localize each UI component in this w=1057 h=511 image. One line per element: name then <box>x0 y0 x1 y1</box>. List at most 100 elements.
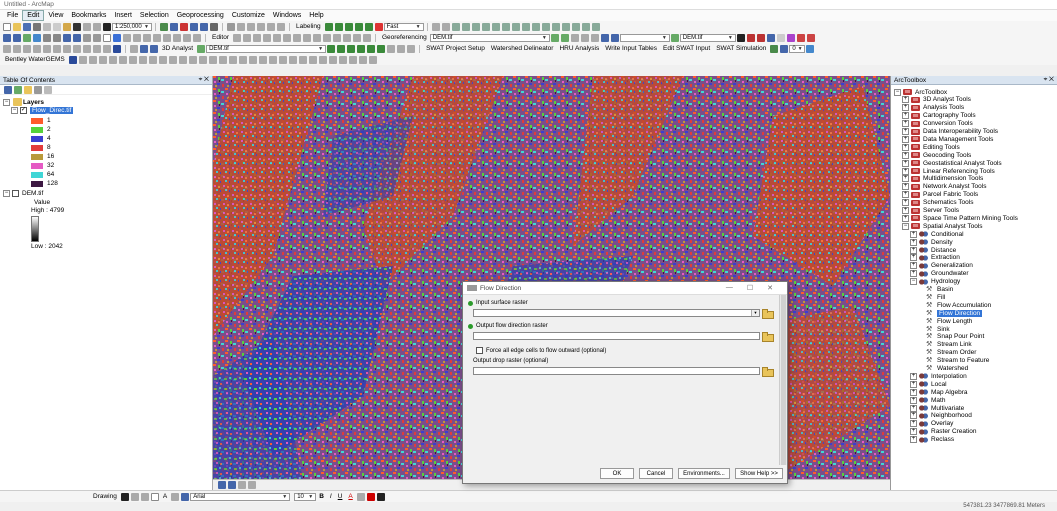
toolbox-item[interactable]: + Conversion Tools <box>902 120 973 128</box>
georef-tool-1-icon[interactable] <box>431 22 440 31</box>
georef-transform-combo[interactable]: ▼ <box>619 33 670 42</box>
editor-toolbar-icon[interactable] <box>160 22 168 31</box>
close-icon[interactable]: ✕ <box>767 284 773 292</box>
split-icon[interactable] <box>322 33 331 42</box>
time-slider-icon[interactable] <box>183 33 191 42</box>
edit-swat-input-menu[interactable]: Edit SWAT Input <box>663 45 710 52</box>
dialog-scrollbar[interactable] <box>779 295 787 465</box>
menu-insert[interactable]: Insert <box>110 10 136 21</box>
georef-tool-16-icon[interactable] <box>581 22 590 31</box>
viewer-icon[interactable] <box>600 33 609 42</box>
goto-xy-icon[interactable] <box>143 33 151 42</box>
print-icon[interactable] <box>33 22 41 31</box>
view-link-table-icon[interactable] <box>590 33 599 42</box>
line-color-icon[interactable] <box>366 492 375 501</box>
catalog-icon[interactable] <box>190 22 198 31</box>
bentley-tool-30-icon[interactable] <box>358 55 367 64</box>
data-frame-tool-10-icon[interactable] <box>93 44 101 53</box>
toolbox-item[interactable]: + Geocoding Tools <box>902 151 971 159</box>
expand-icon[interactable]: + <box>910 404 917 412</box>
line-of-sight-icon[interactable] <box>766 33 775 42</box>
lock-labels-icon[interactable] <box>354 22 363 31</box>
toolset-item[interactable]: + Multivariate <box>910 404 964 412</box>
sketch-properties-icon[interactable] <box>352 33 361 42</box>
collapse-icon[interactable]: − <box>11 107 18 114</box>
toolbox-item[interactable]: + Space Time Pattern Mining Tools <box>902 214 1018 222</box>
bentley-tool-2-icon[interactable] <box>78 55 87 64</box>
3d-tool-1-icon[interactable] <box>327 44 336 53</box>
browse-drop-folder-icon[interactable] <box>762 367 774 377</box>
expand-icon[interactable]: + <box>910 380 917 388</box>
toolset-item[interactable]: + Map Algebra <box>910 388 968 396</box>
tool-flow-direction[interactable]: ⚒ Flow Direction <box>926 309 983 317</box>
list-by-source-icon[interactable] <box>14 85 22 94</box>
expand-icon[interactable]: + <box>910 262 917 270</box>
arctoolbox-close-icon[interactable]: ⌖ ✕ <box>1044 76 1054 84</box>
list-by-drawing-order-icon[interactable] <box>4 85 12 94</box>
collapse-icon[interactable]: − <box>910 278 917 286</box>
add-data-icon[interactable] <box>103 22 111 31</box>
expand-icon[interactable]: + <box>910 388 917 396</box>
toc-options-icon[interactable] <box>44 85 52 94</box>
new-text-icon[interactable]: A <box>163 493 167 500</box>
layer-name[interactable]: Flow_Direc.tif <box>30 107 74 114</box>
toolset-item[interactable]: + Neighborhood <box>910 412 972 420</box>
hru-analysis-menu[interactable]: HRU Analysis <box>559 45 599 52</box>
undo-icon[interactable] <box>83 22 91 31</box>
force-edge-outward-checkbox[interactable]: Force all edge cells to flow outward (op… <box>476 347 606 354</box>
zoom-in-icon[interactable] <box>3 33 11 42</box>
cancel-button[interactable]: Cancel <box>639 468 673 479</box>
expand-icon[interactable]: + <box>902 214 909 222</box>
tool-item[interactable]: ⚒ Fill <box>926 293 945 301</box>
show-help-button[interactable]: Show Help >> <box>735 468 783 479</box>
checkbox-box[interactable] <box>476 347 483 354</box>
new-icon[interactable] <box>3 22 11 31</box>
expand-icon[interactable]: + <box>910 254 917 262</box>
spatial-layer-combo[interactable]: DEM.tif ▼ <box>679 33 736 42</box>
bentley-tool-6-icon[interactable] <box>118 55 127 64</box>
draw-shape-icon[interactable] <box>247 22 255 31</box>
write-input-tables-menu[interactable]: Write Input Tables <box>605 45 657 52</box>
auto-registration-icon[interactable] <box>610 33 619 42</box>
scale-georef-icon[interactable] <box>570 33 579 42</box>
layers-group[interactable]: − Layers <box>3 98 44 106</box>
data-frame-tool-9-icon[interactable] <box>83 44 91 53</box>
3d-tool-2-icon[interactable] <box>337 44 346 53</box>
tool-item[interactable]: ⚒ Flow Accumulation <box>926 301 991 309</box>
fixed-zoom-out-icon[interactable] <box>53 33 61 42</box>
expand-icon[interactable]: + <box>910 230 917 238</box>
toolbox-item[interactable]: +3D Analyst Tools <box>902 96 971 104</box>
bentley-tool-24-icon[interactable] <box>298 55 307 64</box>
contour-icon[interactable] <box>746 33 755 42</box>
pause-drawing-icon[interactable] <box>248 481 256 489</box>
tool-item[interactable]: ⚒ Snap Pour Point <box>926 333 984 341</box>
underline-button[interactable]: U <box>338 493 343 500</box>
select-features-icon[interactable] <box>83 33 91 42</box>
text-icon[interactable] <box>237 22 245 31</box>
georef-tool-12-icon[interactable] <box>541 22 550 31</box>
tool-item[interactable]: ⚒ Basin <box>926 286 953 294</box>
arctoolbox-icon[interactable] <box>180 22 188 31</box>
pan-icon[interactable] <box>23 33 31 42</box>
toolset-item[interactable]: + Density <box>910 238 953 246</box>
attributes-icon[interactable] <box>342 33 351 42</box>
georef-tool-2-icon[interactable] <box>441 22 450 31</box>
3d-tool-5-icon[interactable] <box>367 44 376 53</box>
output-flow-direction-field[interactable] <box>473 332 760 340</box>
collapse-icon[interactable]: − <box>3 98 10 106</box>
menu-view[interactable]: View <box>44 10 67 21</box>
rotate-icon[interactable] <box>277 22 285 31</box>
straight-segment-icon[interactable] <box>252 33 261 42</box>
georef-tool-3-icon[interactable] <box>451 22 460 31</box>
tool-item[interactable]: ⚒ Watershed <box>926 365 968 373</box>
tool-item[interactable]: ⚒ Stream to Feature <box>926 357 989 365</box>
toolset-item[interactable]: + Raster Creation <box>910 428 977 436</box>
data-frame-tool-6-icon[interactable] <box>53 44 61 53</box>
data-frame-tool-4-icon[interactable] <box>33 44 41 53</box>
toolset-item[interactable]: + Interpolation <box>910 372 967 380</box>
georef-tool-8-icon[interactable] <box>501 22 510 31</box>
add-control-points-icon[interactable] <box>580 33 589 42</box>
georef-tool-14-icon[interactable] <box>561 22 570 31</box>
save-icon[interactable] <box>23 22 31 31</box>
data-frame-tool-11-icon[interactable] <box>103 44 111 53</box>
